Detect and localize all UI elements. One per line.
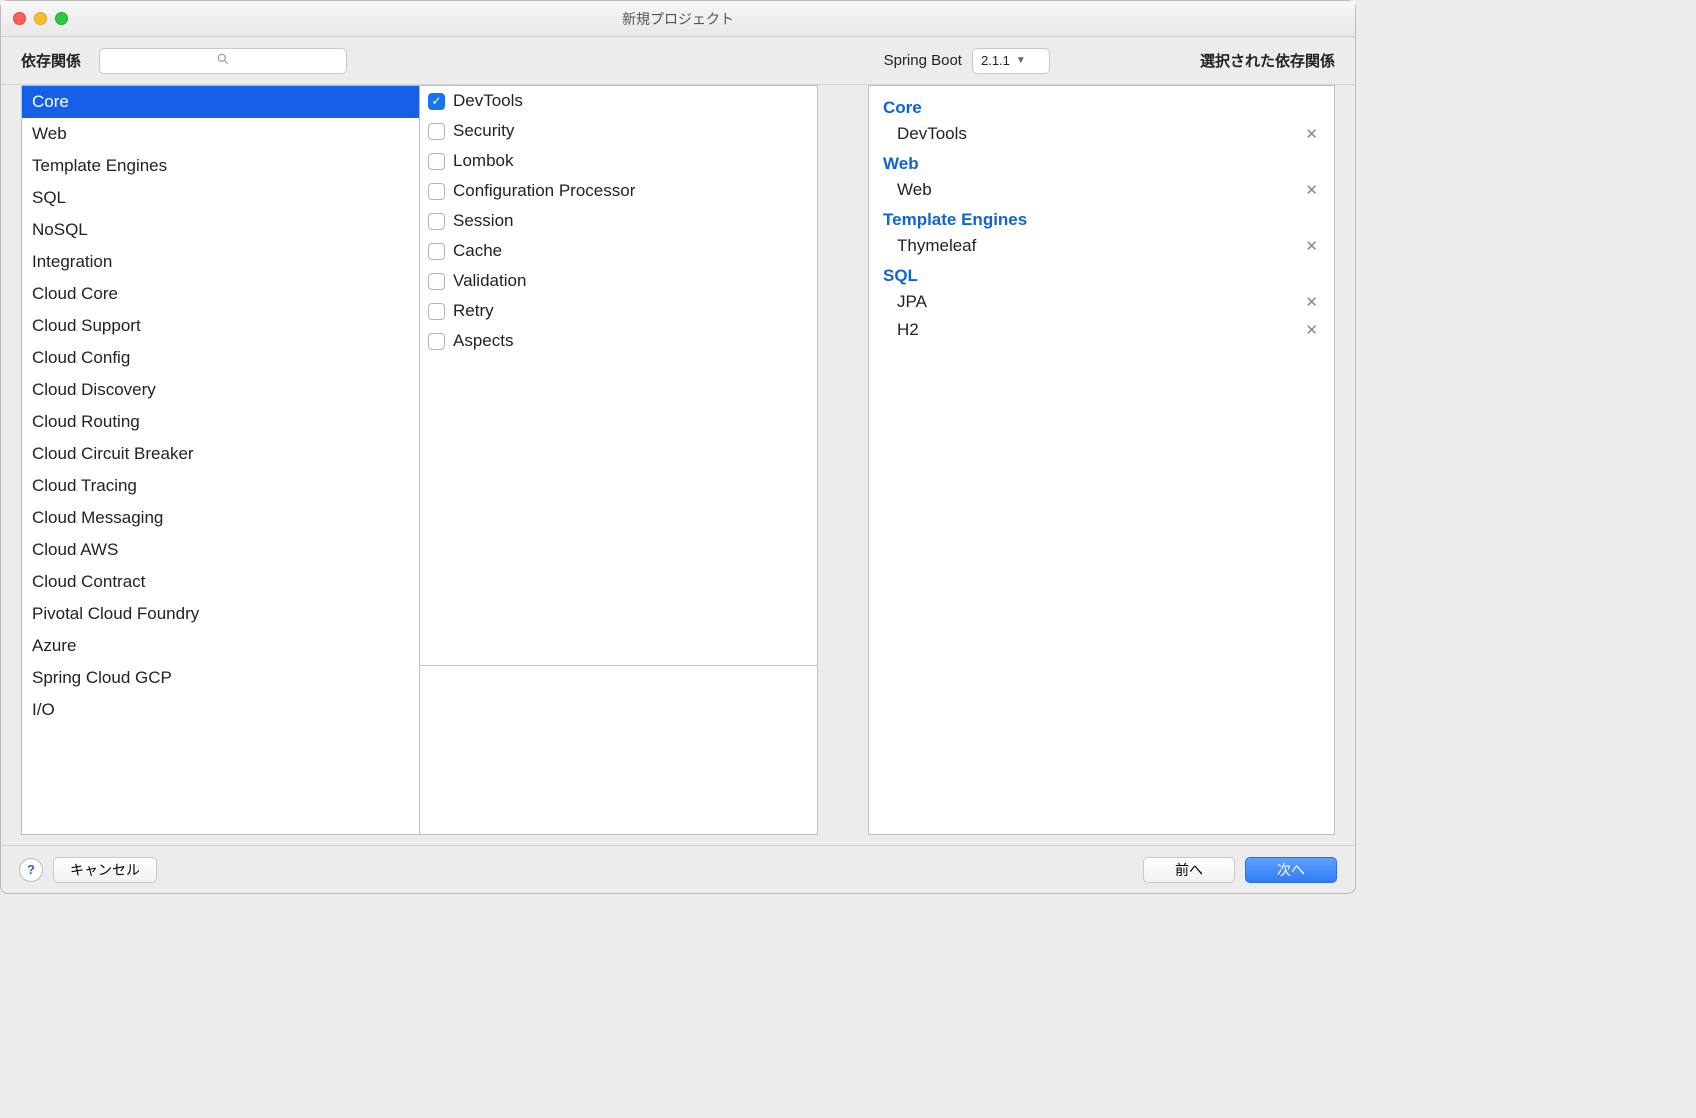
cancel-button[interactable]: キャンセル	[53, 857, 157, 883]
dependency-label: Session	[453, 209, 513, 233]
category-item[interactable]: NoSQL	[22, 214, 419, 246]
dependency-checkbox[interactable]	[428, 243, 445, 260]
dependency-list[interactable]: ✓ DevTools Security Lombok Configuration Pro…	[420, 86, 817, 666]
remove-icon[interactable]: ✕	[1301, 293, 1322, 311]
selected-dependency: DevTools ✕	[869, 120, 1334, 148]
category-item[interactable]: Cloud Contract	[22, 566, 419, 598]
spring-boot-label: Spring Boot	[884, 52, 962, 69]
dependency-label: Security	[453, 119, 514, 143]
category-item[interactable]: Cloud AWS	[22, 534, 419, 566]
dependency-row[interactable]: Cache	[420, 236, 817, 266]
selected-group-title: Core	[869, 92, 1334, 120]
dependencies-label: 依存関係	[21, 50, 81, 71]
dependency-description	[420, 666, 817, 834]
dependency-row[interactable]: Lombok	[420, 146, 817, 176]
selected-dependency: Web ✕	[869, 176, 1334, 204]
dependency-label: Lombok	[453, 149, 513, 173]
previous-button[interactable]: 前へ	[1143, 857, 1235, 883]
remove-icon[interactable]: ✕	[1301, 125, 1322, 143]
category-list[interactable]: CoreWebTemplate EnginesSQLNoSQLIntegrati…	[22, 86, 420, 834]
dependency-row[interactable]: ✓ DevTools	[420, 86, 817, 116]
selected-group-title: Template Engines	[869, 204, 1334, 232]
category-item[interactable]: Cloud Messaging	[22, 502, 419, 534]
dependency-pane: ✓ DevTools Security Lombok Configuration Pro…	[420, 86, 817, 834]
chevron-down-icon: ▼	[1016, 55, 1026, 66]
main-content: CoreWebTemplate EnginesSQLNoSQLIntegrati…	[1, 85, 1355, 845]
dependency-row[interactable]: Validation	[420, 266, 817, 296]
dependency-checkbox[interactable]	[428, 303, 445, 320]
category-item[interactable]: Template Engines	[22, 150, 419, 182]
dependency-label: Validation	[453, 269, 526, 293]
dependency-label: DevTools	[453, 89, 523, 113]
search-field[interactable]	[99, 48, 347, 74]
selected-dependency-label: H2	[897, 320, 919, 340]
category-item[interactable]: Core	[22, 86, 419, 118]
selected-group-title: Web	[869, 148, 1334, 176]
selected-dependency: JPA ✕	[869, 288, 1334, 316]
titlebar: 新規プロジェクト	[1, 1, 1355, 37]
category-item[interactable]: Integration	[22, 246, 419, 278]
dependency-row[interactable]: Retry	[420, 296, 817, 326]
dependency-checkbox[interactable]	[428, 153, 445, 170]
dependency-row[interactable]: Session	[420, 206, 817, 236]
category-item[interactable]: Azure	[22, 630, 419, 662]
selected-dependency-label: DevTools	[897, 124, 967, 144]
dependency-checkbox[interactable]	[428, 183, 445, 200]
category-item[interactable]: Cloud Discovery	[22, 374, 419, 406]
spring-boot-version-value: 2.1.1	[981, 53, 1010, 68]
dependency-picker: CoreWebTemplate EnginesSQLNoSQLIntegrati…	[21, 85, 818, 835]
dependency-checkbox[interactable]	[428, 273, 445, 290]
selected-dependency: Thymeleaf ✕	[869, 232, 1334, 260]
dependency-label: Cache	[453, 239, 502, 263]
selected-dependency: H2 ✕	[869, 316, 1334, 344]
category-item[interactable]: Cloud Routing	[22, 406, 419, 438]
category-item[interactable]: Web	[22, 118, 419, 150]
dependency-label: Retry	[453, 299, 494, 323]
category-item[interactable]: SQL	[22, 182, 419, 214]
remove-icon[interactable]: ✕	[1301, 181, 1322, 199]
selected-dependency-label: Thymeleaf	[897, 236, 976, 256]
category-item[interactable]: Spring Cloud GCP	[22, 662, 419, 694]
category-item[interactable]: Cloud Config	[22, 342, 419, 374]
selected-deps-label: 選択された依存関係	[1200, 50, 1335, 71]
dependency-label: Aspects	[453, 329, 513, 353]
remove-icon[interactable]: ✕	[1301, 237, 1322, 255]
dependency-row[interactable]: Aspects	[420, 326, 817, 356]
spring-boot-version-combo[interactable]: 2.1.1 ▼	[972, 48, 1050, 74]
dependency-row[interactable]: Security	[420, 116, 817, 146]
category-item[interactable]: Cloud Support	[22, 310, 419, 342]
category-item[interactable]: Pivotal Cloud Foundry	[22, 598, 419, 630]
dependency-checkbox[interactable]	[428, 123, 445, 140]
next-button[interactable]: 次へ	[1245, 857, 1337, 883]
dependency-label: Configuration Processor	[453, 179, 635, 203]
dependency-checkbox[interactable]	[428, 213, 445, 230]
dependency-checkbox[interactable]: ✓	[428, 93, 445, 110]
help-button[interactable]: ?	[19, 858, 43, 882]
category-item[interactable]: Cloud Circuit Breaker	[22, 438, 419, 470]
selected-dependency-label: Web	[897, 180, 932, 200]
selected-dependencies-panel: CoreDevTools✕WebWeb✕Template EnginesThym…	[868, 85, 1335, 835]
toolbar: 依存関係 Spring Boot 2.1.1 ▼ 選択された依存関係	[1, 37, 1355, 85]
remove-icon[interactable]: ✕	[1301, 321, 1322, 339]
selected-dependency-label: JPA	[897, 292, 927, 312]
footer: ? キャンセル 前へ 次へ	[1, 845, 1355, 893]
window-title: 新規プロジェクト	[1, 9, 1355, 29]
dependency-row[interactable]: Configuration Processor	[420, 176, 817, 206]
category-item[interactable]: Cloud Tracing	[22, 470, 419, 502]
search-input[interactable]	[100, 49, 346, 73]
category-item[interactable]: Cloud Core	[22, 278, 419, 310]
dependency-checkbox[interactable]	[428, 333, 445, 350]
category-item[interactable]: I/O	[22, 694, 419, 726]
selected-group-title: SQL	[869, 260, 1334, 288]
